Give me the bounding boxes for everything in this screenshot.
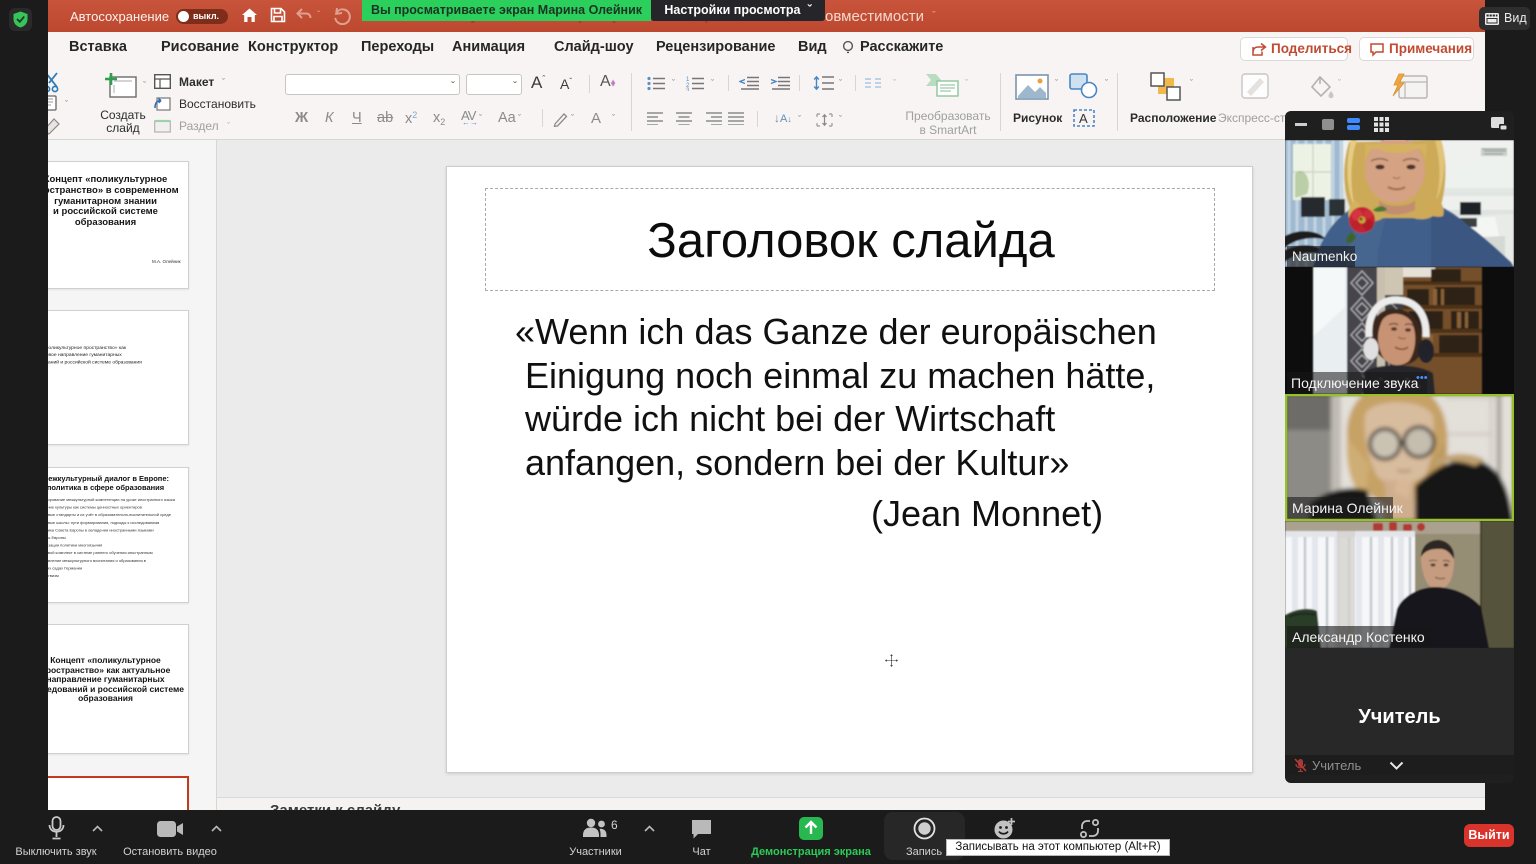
svg-text:Naumenko: Naumenko (1292, 249, 1357, 264)
svg-text:3: 3 (686, 88, 690, 91)
svg-text:Подключение звука: Подключение звука (1291, 375, 1419, 391)
svg-text:•••: ••• (1416, 372, 1428, 384)
svg-text:A: A (1079, 111, 1088, 126)
svg-text:Александр Костенко: Александр Костенко (1292, 629, 1425, 645)
svg-text:Марина Олейник: Марина Олейник (1292, 500, 1404, 516)
